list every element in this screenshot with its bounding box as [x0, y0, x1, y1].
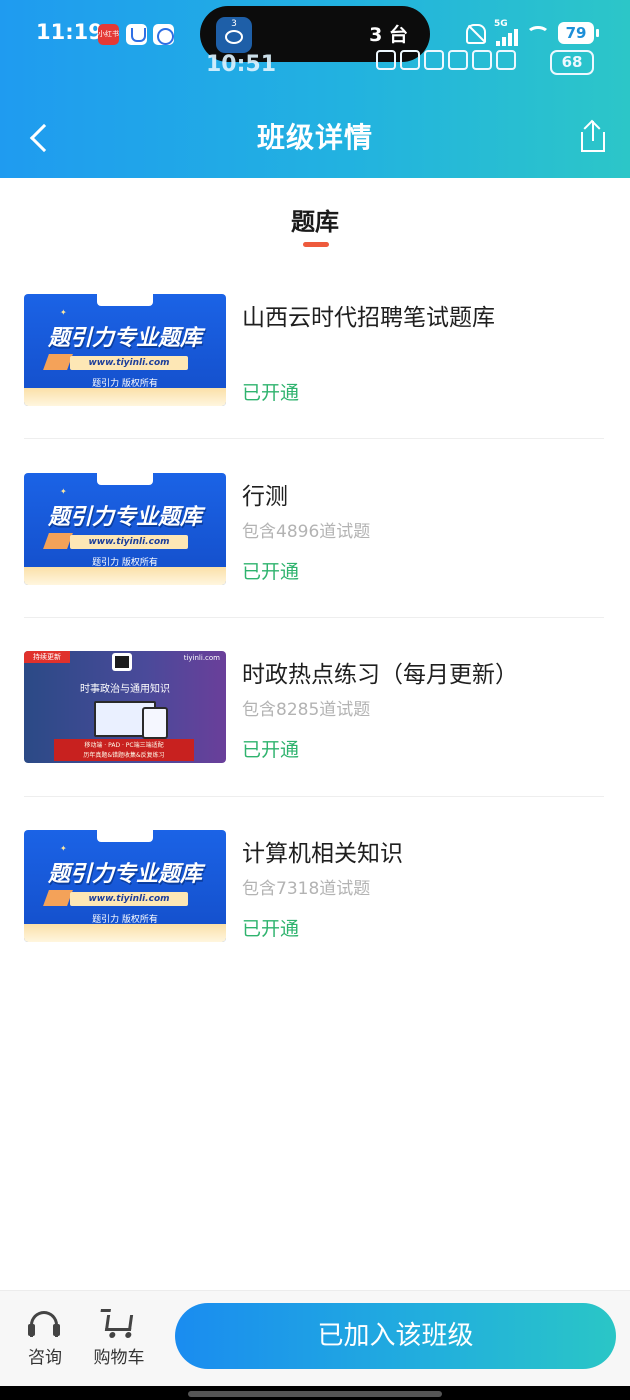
book-icon — [43, 354, 73, 370]
consult-button[interactable]: 咨询 — [10, 1309, 80, 1369]
item-status: 已开通 — [242, 918, 300, 940]
thumb-footer — [24, 567, 226, 585]
list-item[interactable]: ✦ 题引力专业题库 www.tiyinli.com 题引力 版权所有 计算机相关… — [24, 830, 604, 944]
logo-tab — [97, 830, 153, 842]
xiaohongshu-app-icon: 小红书 — [98, 24, 119, 45]
item-title: 时政热点练习（每月更新） — [242, 662, 518, 688]
thumb-url: www.tiyinli.com — [70, 892, 188, 906]
hotspot-icon — [472, 50, 492, 70]
mute-icon — [448, 50, 468, 70]
logo-icon — [112, 653, 132, 671]
book-icon — [43, 533, 73, 549]
star-icon: ✦ — [60, 844, 67, 853]
joined-class-button[interactable]: 已加入该班级 — [175, 1303, 616, 1369]
shield-app-icon — [126, 24, 147, 45]
headset-icon — [28, 1311, 60, 1337]
item-thumbnail: ✦ 题引力专业题库 www.tiyinli.com 题引力 版权所有 — [24, 294, 226, 406]
list-item[interactable]: ✦ 题引力专业题库 www.tiyinli.com 题引力 版权所有 行测 包含… — [24, 473, 604, 587]
cart-icon — [104, 1315, 134, 1331]
eye-icon — [376, 50, 396, 70]
bell-muted-icon — [466, 24, 486, 44]
status-time: 11:19 — [36, 20, 103, 44]
star-icon: ✦ — [60, 308, 67, 317]
divider — [24, 796, 604, 797]
thumb-banner: 移动端 · PAD · PC端三端适配 历年真题&错题收集&反复练习 — [54, 739, 194, 761]
item-count: 包含8285道试题 — [242, 700, 371, 720]
battery-level: 79 — [558, 22, 594, 44]
thumb-url: tiyinli.com — [183, 654, 220, 662]
item-title: 计算机相关知识 — [242, 841, 403, 867]
item-status: 已开通 — [242, 382, 300, 404]
overlay-battery: 68 — [550, 50, 594, 75]
thumb-footer — [24, 924, 226, 942]
item-status: 已开通 — [242, 561, 300, 583]
thumb-headline: 题引力专业题库 — [47, 505, 202, 530]
overlay-time: 10:51 — [206, 52, 277, 77]
tab-indicator — [303, 242, 329, 247]
book-icon — [43, 890, 73, 906]
cart-button[interactable]: 购物车 — [84, 1309, 154, 1369]
logo-tab — [97, 473, 153, 485]
battery-tip — [596, 29, 599, 37]
nfc-icon — [400, 50, 420, 70]
bluetooth-icon — [424, 50, 444, 70]
header: 11:19 小红书 3 3 台 10:51 68 5G 79 班级详情 — [0, 0, 630, 178]
item-title: 行测 — [242, 484, 288, 510]
update-badge: 持续更新 — [24, 651, 70, 663]
island-count: 3 — [231, 19, 237, 29]
divider — [24, 617, 604, 618]
bottom-bar: 咨询 购物车 已加入该班级 — [0, 1290, 630, 1386]
divider — [24, 438, 604, 439]
thumb-headline: 时事政治与通用知识 — [80, 684, 170, 695]
item-thumbnail: ✦ 题引力专业题库 www.tiyinli.com 题引力 版权所有 — [24, 473, 226, 585]
island-text: 3 台 — [369, 24, 408, 46]
wave-icon — [225, 30, 243, 44]
item-thumbnail: ✦ 题引力专业题库 www.tiyinli.com 题引力 版权所有 — [24, 830, 226, 942]
overlay-status-icons — [376, 50, 544, 74]
item-count: 包含4896道试题 — [242, 522, 371, 542]
list-item[interactable]: 持续更新 tiyinli.com 时事政治与通用知识 移动端 · PAD · P… — [24, 651, 604, 765]
section-tab-question-bank[interactable]: 题库 — [0, 202, 630, 237]
thumb-headline: 题引力专业题库 — [47, 862, 202, 887]
wifi-icon — [526, 26, 550, 44]
thumb-banner-line1: 移动端 · PAD · PC端三端适配 — [84, 742, 164, 749]
signal-icon — [496, 28, 518, 46]
list-item[interactable]: ✦ 题引力专业题库 www.tiyinli.com 题引力 版权所有 山西云时代… — [24, 294, 604, 408]
share-button[interactable] — [576, 118, 610, 154]
thumb-url: www.tiyinli.com — [70, 356, 188, 370]
star-icon: ✦ — [60, 487, 67, 496]
logo-tab — [97, 294, 153, 306]
item-status: 已开通 — [242, 739, 300, 761]
cast-icon: 3 — [216, 17, 252, 53]
thumb-url: www.tiyinli.com — [70, 535, 188, 549]
thumb-banner-line2: 历年真题&错题收集&反复练习 — [83, 752, 165, 759]
alert-icon — [496, 50, 516, 70]
cart-label: 购物车 — [93, 1348, 145, 1368]
home-indicator[interactable] — [188, 1391, 442, 1397]
page-title: 班级详情 — [256, 121, 373, 154]
item-title: 山西云时代招聘笔试题库 — [242, 305, 495, 331]
item-count: 包含7318道试题 — [242, 879, 371, 899]
thumb-headline: 题引力专业题库 — [47, 326, 202, 351]
status-icons: 5G — [466, 19, 562, 46]
cluster-app-icon — [153, 24, 174, 45]
consult-label: 咨询 — [28, 1348, 62, 1368]
item-thumbnail: 持续更新 tiyinli.com 时事政治与通用知识 移动端 · PAD · P… — [24, 651, 226, 763]
tablet-icon — [142, 707, 168, 739]
thumb-footer — [24, 388, 226, 406]
